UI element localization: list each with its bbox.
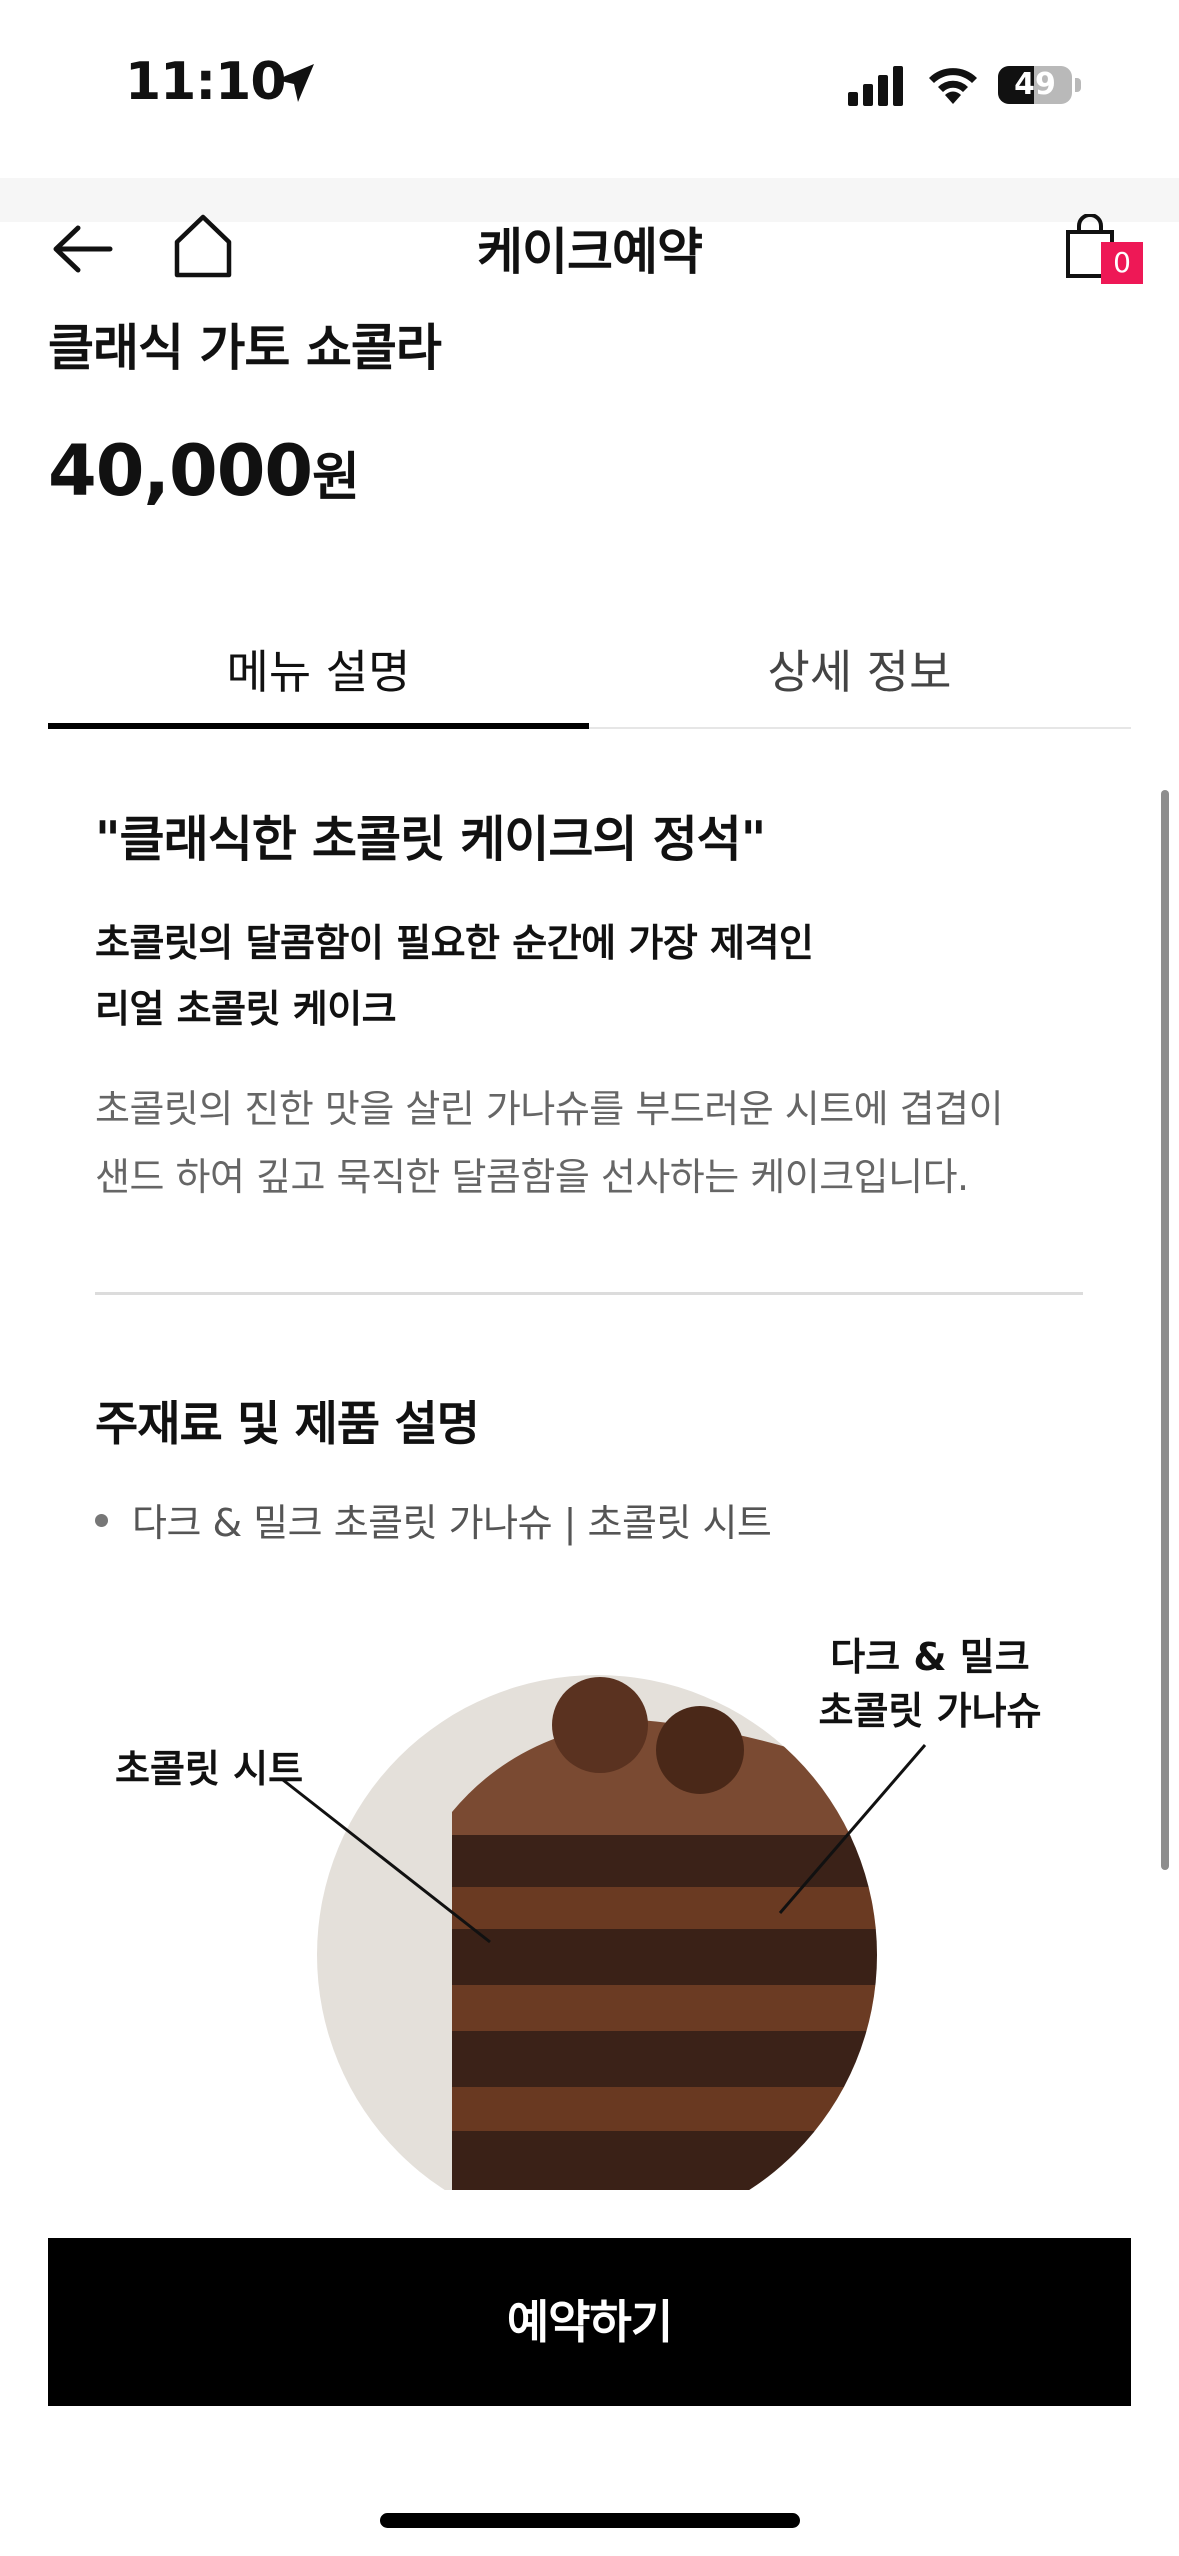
- reserve-button[interactable]: 예약하기: [48, 2238, 1131, 2406]
- product-name: 클래식 가토 쇼콜라: [48, 319, 442, 377]
- home-indicator[interactable]: [380, 2513, 800, 2528]
- cellular-signal-icon: [848, 66, 903, 106]
- bullet-icon: [95, 1514, 108, 1527]
- description-quote: "클래식한 초콜릿 케이크의 정석": [95, 811, 766, 868]
- tab-detail-info[interactable]: 상세 정보: [589, 636, 1130, 702]
- description-body: 샌드 하여 깊고 묵직한 달콤함을 선사하는 케이크입니다.: [95, 1155, 969, 1199]
- label-chocolate-sheet: 초콜릿 시트: [115, 1747, 304, 1791]
- status-time: 11:10: [125, 52, 287, 112]
- tab-menu-description[interactable]: 메뉴 설명: [48, 636, 589, 702]
- section-divider: [95, 1292, 1083, 1295]
- description-subtitle: 리얼 초콜릿 케이크: [95, 987, 397, 1031]
- cart-count-badge: 0: [1101, 242, 1143, 284]
- label-ganache-line: 초콜릿 가나슈: [818, 1689, 1042, 1733]
- location-arrow-icon: [276, 64, 314, 102]
- product-price: 40,000원: [48, 430, 360, 512]
- description-body: 초콜릿의 진한 맛을 살린 가나슈를 부드러운 시트에 겹겹이: [95, 1087, 1004, 1131]
- battery-icon: 49: [998, 62, 1082, 108]
- wifi-icon: [929, 68, 977, 104]
- tab-active-indicator: [48, 723, 589, 729]
- label-ganache: 다크 & 밀크 초콜릿 가나슈: [760, 1630, 1100, 1738]
- label-ganache-line: 다크 & 밀크: [830, 1635, 1030, 1679]
- scrollbar[interactable]: [1161, 790, 1169, 1870]
- price-value: 40,000: [48, 430, 313, 512]
- ingredients-title: 주재료 및 제품 설명: [95, 1397, 480, 1452]
- description-subtitle: 초콜릿의 달콤함이 필요한 순간에 가장 제격인: [95, 921, 814, 965]
- ingredient-item: 다크 & 밀크 초콜릿 가나슈 | 초콜릿 시트: [132, 1501, 772, 1545]
- battery-level: 49: [1014, 67, 1056, 102]
- price-unit: 원: [312, 448, 360, 508]
- page-title: 케이크예약: [477, 223, 703, 281]
